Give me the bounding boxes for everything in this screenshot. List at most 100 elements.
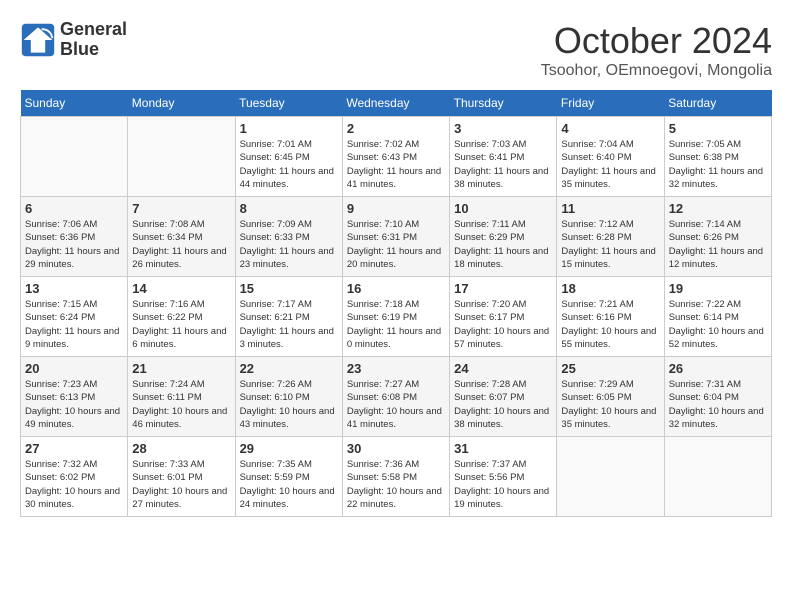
calendar-cell: 7 Sunrise: 7:08 AMSunset: 6:34 PMDaylight… xyxy=(128,197,235,277)
calendar-cell: 16 Sunrise: 7:18 AMSunset: 6:19 PMDayligh… xyxy=(342,277,449,357)
day-number: 16 xyxy=(347,281,445,296)
day-info: Sunrise: 7:35 AMSunset: 5:59 PMDaylight:… xyxy=(240,458,338,511)
calendar-cell: 27Sunrise: 7:32 AMSunset: 6:02 PMDayligh… xyxy=(21,437,128,517)
calendar-cell: 31Sunrise: 7:37 AMSunset: 5:56 PMDayligh… xyxy=(450,437,557,517)
day-number: 14 xyxy=(132,281,230,296)
day-info: Sunrise: 7:16 AMSunset: 6:22 PMDaylight:… xyxy=(132,298,230,351)
day-number: 23 xyxy=(347,361,445,376)
day-info: Sunrise: 7:12 AMSunset: 6:28 PMDaylight:… xyxy=(561,218,659,271)
calendar-cell: 9Sunrise: 7:10 AMSunset: 6:31 PMDaylight… xyxy=(342,197,449,277)
day-number: 24 xyxy=(454,361,552,376)
day-number: 18 xyxy=(561,281,659,296)
calendar-cell xyxy=(664,437,771,517)
calendar-cell: 28 Sunrise: 7:33 AMSunset: 6:01 PMDayligh… xyxy=(128,437,235,517)
weekday-header: Sunday xyxy=(21,90,128,117)
calendar-cell: 6 Sunrise: 7:06 AMSunset: 6:36 PMDaylight… xyxy=(21,197,128,277)
day-info: Sunrise: 7:36 AMSunset: 5:58 PMDaylight:… xyxy=(347,458,445,511)
day-number: 7 xyxy=(132,201,230,216)
day-info: Sunrise: 7:29 AMSunset: 6:05 PMDaylight:… xyxy=(561,378,659,431)
day-number: 28 xyxy=(132,441,230,456)
calendar-cell: 1 Sunrise: 7:01 AMSunset: 6:45 PMDaylight… xyxy=(235,117,342,197)
day-number: 20 xyxy=(25,361,123,376)
calendar-cell: 18 Sunrise: 7:21 AMSunset: 6:16 PMDayligh… xyxy=(557,277,664,357)
month-title: October 2024 xyxy=(541,20,772,62)
day-info: Sunrise: 7:22 AMSunset: 6:14 PMDaylight:… xyxy=(669,298,767,351)
calendar-week-row: 27Sunrise: 7:32 AMSunset: 6:02 PMDayligh… xyxy=(21,437,772,517)
weekday-header: Thursday xyxy=(450,90,557,117)
day-info: Sunrise: 7:14 AMSunset: 6:26 PMDaylight:… xyxy=(669,218,767,271)
calendar-cell: 23 Sunrise: 7:27 AMSunset: 6:08 PMDayligh… xyxy=(342,357,449,437)
calendar-cell: 17 Sunrise: 7:20 AMSunset: 6:17 PMDayligh… xyxy=(450,277,557,357)
calendar-week-row: 6 Sunrise: 7:06 AMSunset: 6:36 PMDaylight… xyxy=(21,197,772,277)
day-number: 27 xyxy=(25,441,123,456)
title-block: October 2024 Tsoohor, OEmnoegovi, Mongol… xyxy=(541,20,772,80)
day-number: 25 xyxy=(561,361,659,376)
day-number: 30 xyxy=(347,441,445,456)
calendar-cell: 13Sunrise: 7:15 AMSunset: 6:24 PMDayligh… xyxy=(21,277,128,357)
calendar-cell: 21Sunrise: 7:24 AMSunset: 6:11 PMDayligh… xyxy=(128,357,235,437)
day-info: Sunrise: 7:09 AMSunset: 6:33 PMDaylight:… xyxy=(240,218,338,271)
calendar-cell xyxy=(557,437,664,517)
day-number: 15 xyxy=(240,281,338,296)
calendar-week-row: 1 Sunrise: 7:01 AMSunset: 6:45 PMDaylight… xyxy=(21,117,772,197)
calendar-cell: 11 Sunrise: 7:12 AMSunset: 6:28 PMDayligh… xyxy=(557,197,664,277)
day-number: 3 xyxy=(454,121,552,136)
day-number: 11 xyxy=(561,201,659,216)
calendar-cell: 26 Sunrise: 7:31 AMSunset: 6:04 PMDayligh… xyxy=(664,357,771,437)
day-info: Sunrise: 7:11 AMSunset: 6:29 PMDaylight:… xyxy=(454,218,552,271)
day-number: 26 xyxy=(669,361,767,376)
day-info: Sunrise: 7:31 AMSunset: 6:04 PMDaylight:… xyxy=(669,378,767,431)
calendar-cell: 19Sunrise: 7:22 AMSunset: 6:14 PMDayligh… xyxy=(664,277,771,357)
day-number: 6 xyxy=(25,201,123,216)
day-info: Sunrise: 7:01 AMSunset: 6:45 PMDaylight:… xyxy=(240,138,338,191)
day-number: 31 xyxy=(454,441,552,456)
calendar-cell: 4Sunrise: 7:04 AMSunset: 6:40 PMDaylight… xyxy=(557,117,664,197)
day-number: 2 xyxy=(347,121,445,136)
day-number: 17 xyxy=(454,281,552,296)
day-number: 12 xyxy=(669,201,767,216)
day-info: Sunrise: 7:26 AMSunset: 6:10 PMDaylight:… xyxy=(240,378,338,431)
calendar-cell: 12 Sunrise: 7:14 AMSunset: 6:26 PMDayligh… xyxy=(664,197,771,277)
calendar-table: SundayMondayTuesdayWednesdayThursdayFrid… xyxy=(20,90,772,517)
weekday-header: Tuesday xyxy=(235,90,342,117)
day-number: 13 xyxy=(25,281,123,296)
day-info: Sunrise: 7:27 AMSunset: 6:08 PMDaylight:… xyxy=(347,378,445,431)
logo: General Blue xyxy=(20,20,127,60)
calendar-cell xyxy=(128,117,235,197)
day-info: Sunrise: 7:28 AMSunset: 6:07 PMDaylight:… xyxy=(454,378,552,431)
weekday-header: Wednesday xyxy=(342,90,449,117)
day-info: Sunrise: 7:18 AMSunset: 6:19 PMDaylight:… xyxy=(347,298,445,351)
day-info: Sunrise: 7:33 AMSunset: 6:01 PMDaylight:… xyxy=(132,458,230,511)
location: Tsoohor, OEmnoegovi, Mongolia xyxy=(541,62,772,80)
calendar-cell: 15 Sunrise: 7:17 AMSunset: 6:21 PMDayligh… xyxy=(235,277,342,357)
calendar-cell: 20Sunrise: 7:23 AMSunset: 6:13 PMDayligh… xyxy=(21,357,128,437)
calendar-cell: 22Sunrise: 7:26 AMSunset: 6:10 PMDayligh… xyxy=(235,357,342,437)
calendar-cell: 25 Sunrise: 7:29 AMSunset: 6:05 PMDayligh… xyxy=(557,357,664,437)
day-number: 1 xyxy=(240,121,338,136)
day-info: Sunrise: 7:08 AMSunset: 6:34 PMDaylight:… xyxy=(132,218,230,271)
calendar-cell: 14 Sunrise: 7:16 AMSunset: 6:22 PMDayligh… xyxy=(128,277,235,357)
day-number: 29 xyxy=(240,441,338,456)
day-info: Sunrise: 7:04 AMSunset: 6:40 PMDaylight:… xyxy=(561,138,659,191)
day-info: Sunrise: 7:05 AMSunset: 6:38 PMDaylight:… xyxy=(669,138,767,191)
calendar-cell: 10 Sunrise: 7:11 AMSunset: 6:29 PMDayligh… xyxy=(450,197,557,277)
calendar-week-row: 20Sunrise: 7:23 AMSunset: 6:13 PMDayligh… xyxy=(21,357,772,437)
weekday-header-row: SundayMondayTuesdayWednesdayThursdayFrid… xyxy=(21,90,772,117)
logo-text: General Blue xyxy=(60,20,127,60)
day-info: Sunrise: 7:17 AMSunset: 6:21 PMDaylight:… xyxy=(240,298,338,351)
day-info: Sunrise: 7:03 AMSunset: 6:41 PMDaylight:… xyxy=(454,138,552,191)
weekday-header: Friday xyxy=(557,90,664,117)
day-info: Sunrise: 7:06 AMSunset: 6:36 PMDaylight:… xyxy=(25,218,123,271)
day-info: Sunrise: 7:20 AMSunset: 6:17 PMDaylight:… xyxy=(454,298,552,351)
calendar-cell: 3 Sunrise: 7:03 AMSunset: 6:41 PMDaylight… xyxy=(450,117,557,197)
page-header: General Blue October 2024 Tsoohor, OEmno… xyxy=(20,20,772,80)
day-info: Sunrise: 7:02 AMSunset: 6:43 PMDaylight:… xyxy=(347,138,445,191)
day-number: 5 xyxy=(669,121,767,136)
day-info: Sunrise: 7:24 AMSunset: 6:11 PMDaylight:… xyxy=(132,378,230,431)
day-info: Sunrise: 7:21 AMSunset: 6:16 PMDaylight:… xyxy=(561,298,659,351)
calendar-cell: 29 Sunrise: 7:35 AMSunset: 5:59 PMDayligh… xyxy=(235,437,342,517)
weekday-header: Saturday xyxy=(664,90,771,117)
calendar-week-row: 13Sunrise: 7:15 AMSunset: 6:24 PMDayligh… xyxy=(21,277,772,357)
day-info: Sunrise: 7:10 AMSunset: 6:31 PMDaylight:… xyxy=(347,218,445,271)
day-number: 10 xyxy=(454,201,552,216)
